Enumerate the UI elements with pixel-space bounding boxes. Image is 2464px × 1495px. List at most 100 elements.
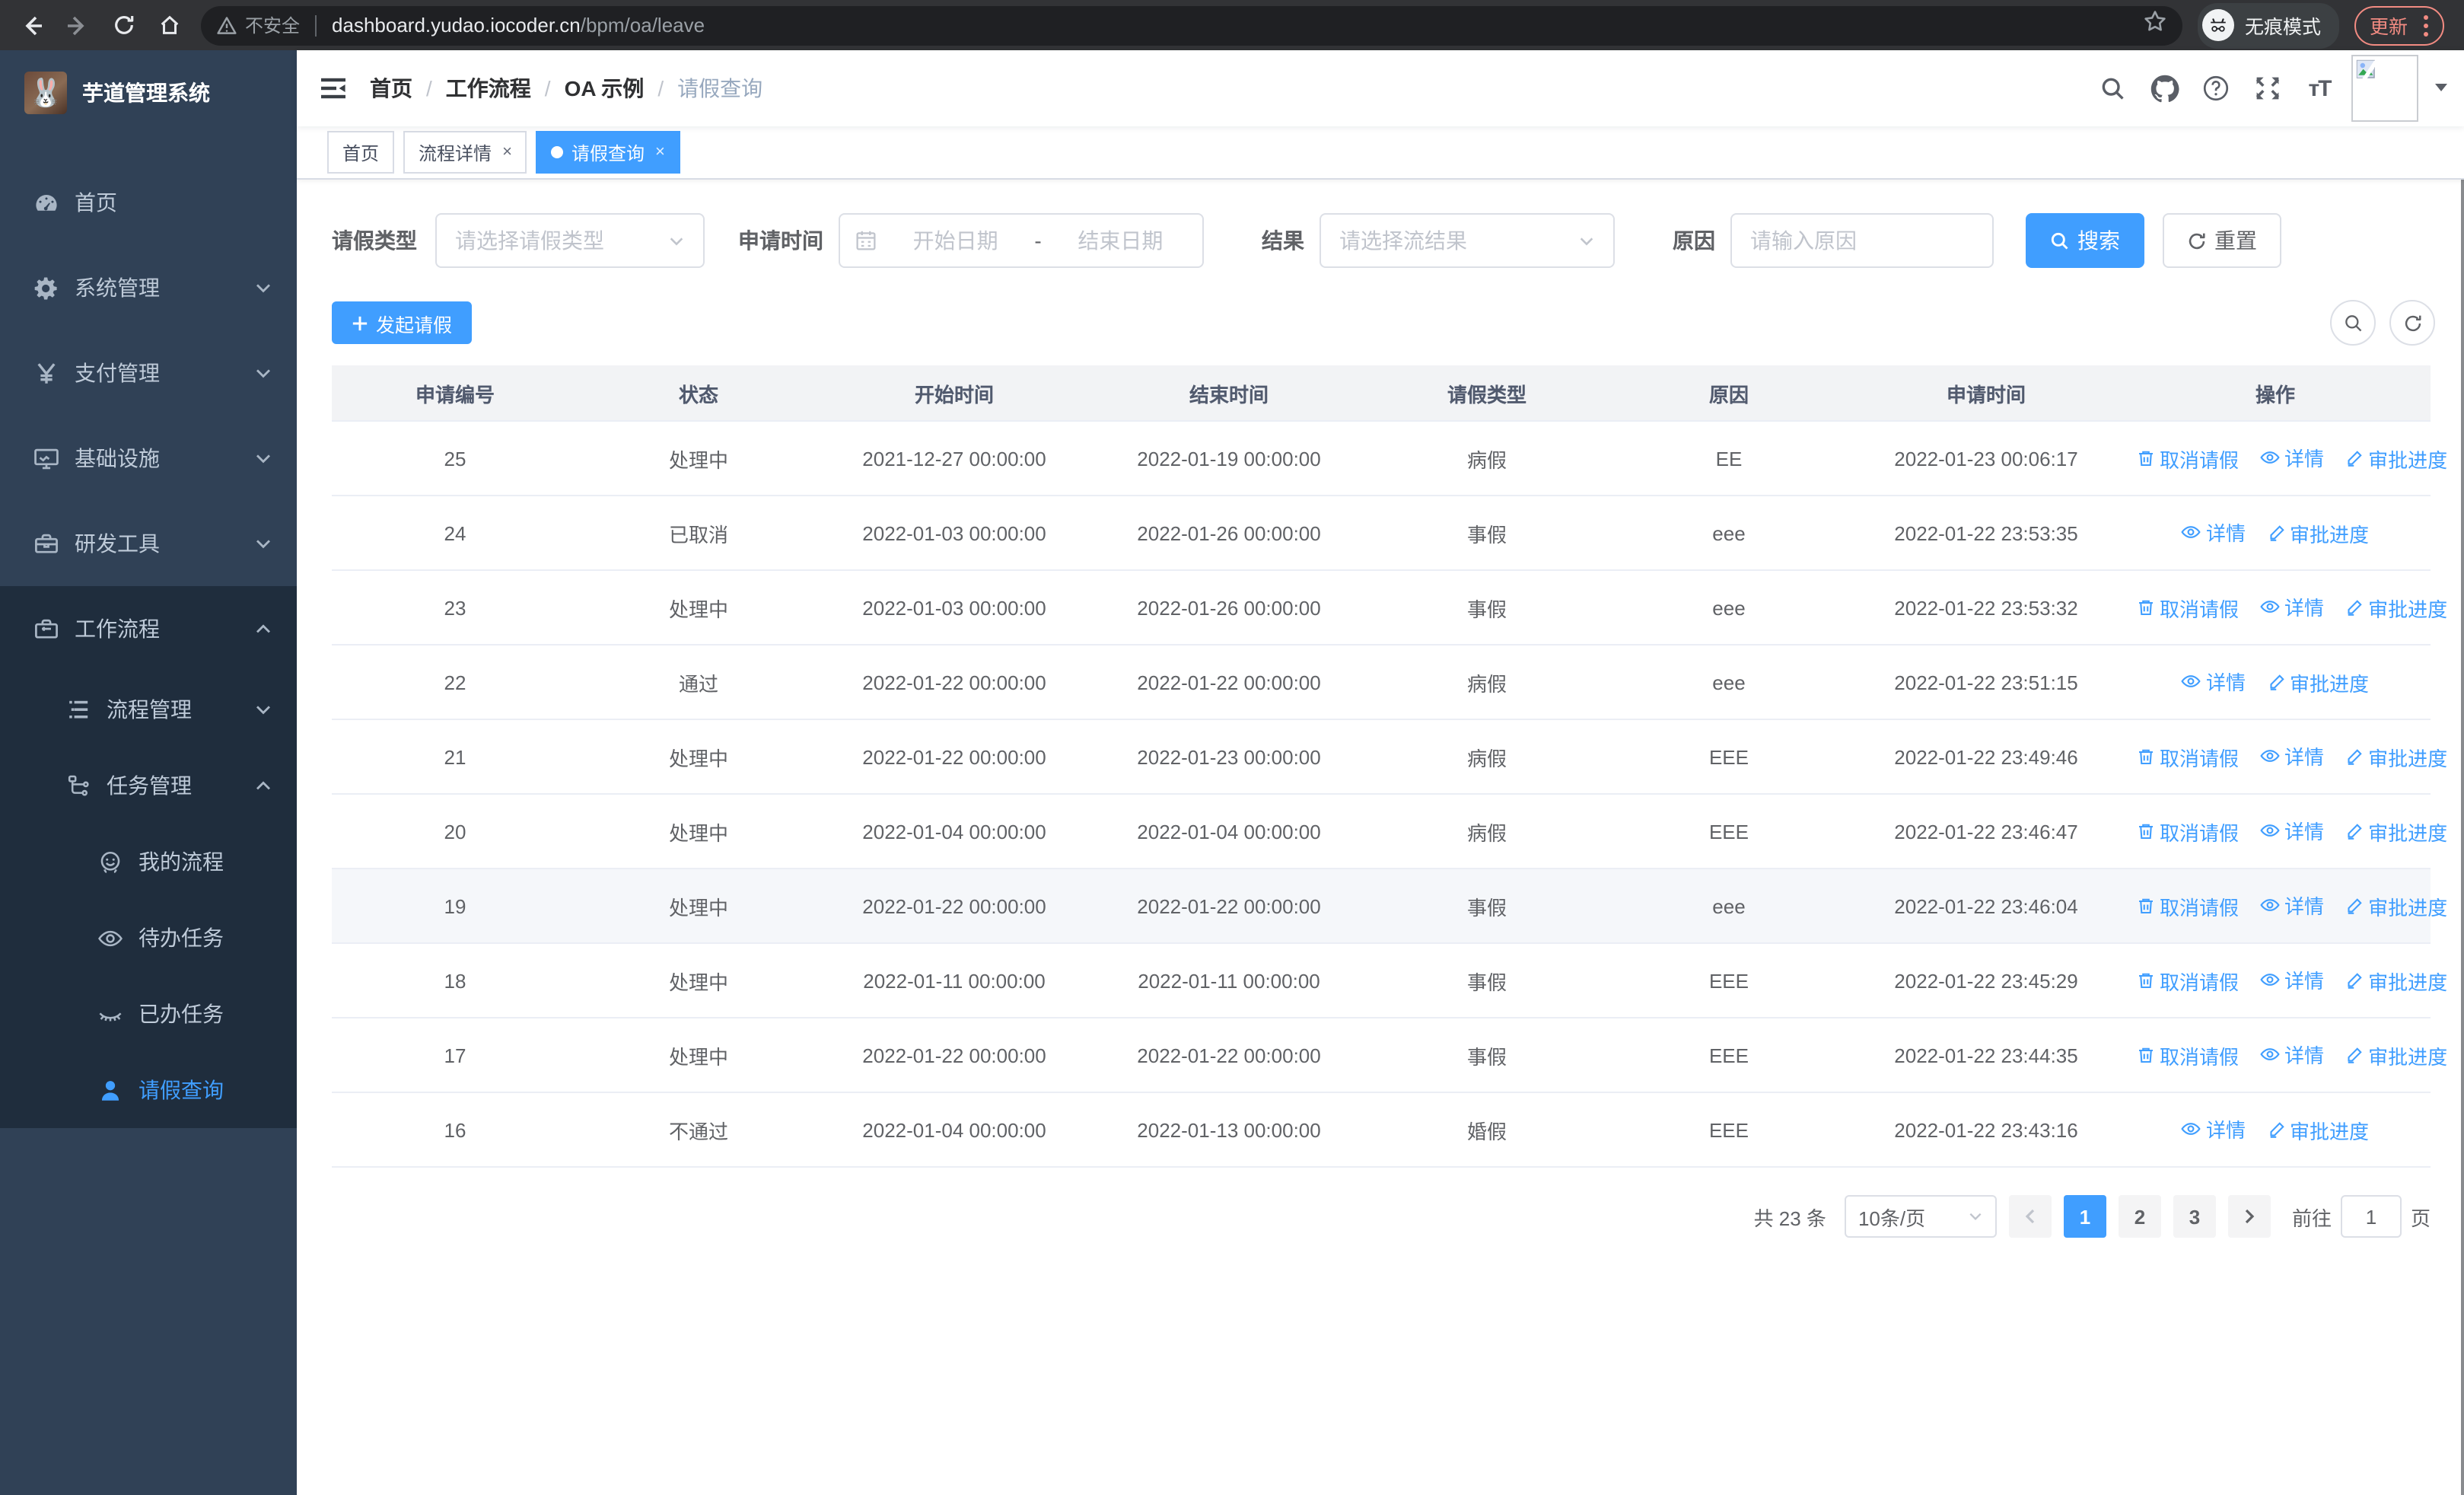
progress-action-link[interactable]: 审批进度 xyxy=(2345,445,2447,473)
cell-actions: 详情 审批进度 xyxy=(2120,1092,2431,1168)
column-header: 操作 xyxy=(2120,365,2431,422)
cell-type: 事假 xyxy=(1368,1018,1606,1093)
sidebar-item-基础设施[interactable]: 基础设施 xyxy=(0,416,297,501)
detail-action-link[interactable]: 详情 xyxy=(2182,518,2246,547)
cancel-action-link[interactable]: 取消请假 xyxy=(2137,892,2239,921)
security-status[interactable]: 不安全 xyxy=(216,12,300,38)
leave-type-select[interactable]: 请选择请假类型 xyxy=(435,213,705,268)
back-icon[interactable] xyxy=(9,5,55,45)
progress-action-link[interactable]: 审批进度 xyxy=(2345,818,2447,846)
detail-action-link[interactable]: 详情 xyxy=(2182,668,2246,696)
progress-action-link[interactable]: 审批进度 xyxy=(2345,892,2447,921)
refresh-table-button[interactable] xyxy=(2389,300,2435,346)
help-icon[interactable] xyxy=(2196,69,2236,108)
close-icon[interactable]: × xyxy=(502,143,512,161)
sidebar-item-已办任务[interactable]: 已办任务 xyxy=(0,976,297,1052)
search-button[interactable]: 搜索 xyxy=(2026,213,2144,268)
breadcrumb-home[interactable]: 首页 xyxy=(370,73,412,104)
sidebar-collapse-icon[interactable] xyxy=(297,73,370,104)
bookmark-star-icon[interactable] xyxy=(2143,9,2167,41)
sidebar-item-工作流程[interactable]: 工作流程 xyxy=(0,586,297,671)
reason-input[interactable] xyxy=(1732,215,1992,266)
detail-action-link[interactable]: 详情 xyxy=(2260,593,2324,622)
tab-label: 请假查询 xyxy=(571,142,645,164)
goto-page-input[interactable] xyxy=(2340,1195,2402,1238)
column-header: 结束时间 xyxy=(1090,365,1368,422)
progress-action-link[interactable]: 审批进度 xyxy=(2267,1116,2369,1145)
avatar-caret-icon[interactable] xyxy=(2434,75,2449,102)
cell-start: 2021-12-27 00:00:00 xyxy=(819,421,1090,496)
page-button-1[interactable]: 1 xyxy=(2063,1195,2106,1238)
fullscreen-icon[interactable] xyxy=(2248,69,2287,108)
browser-toolbar: 不安全 dashboard.yudao.iocoder.cn/bpm/oa/le… xyxy=(0,0,2464,50)
trash-icon xyxy=(2137,897,2155,916)
sidebar-item-系统管理[interactable]: 系统管理 xyxy=(0,245,297,330)
progress-action-link[interactable]: 审批进度 xyxy=(2267,519,2369,548)
apply-time-range-picker[interactable]: 开始日期 - 结束日期 xyxy=(839,213,1204,268)
sidebar-item-研发工具[interactable]: 研发工具 xyxy=(0,501,297,586)
breadcrumb-oa[interactable]: OA 示例 xyxy=(565,73,645,104)
page-button-2[interactable]: 2 xyxy=(2118,1195,2161,1238)
detail-action-link[interactable]: 详情 xyxy=(2260,742,2324,771)
progress-action-link[interactable]: 审批进度 xyxy=(2267,668,2369,697)
cancel-action-link[interactable]: 取消请假 xyxy=(2137,445,2239,473)
progress-action-link[interactable]: 审批进度 xyxy=(2345,967,2447,996)
tab-请假查询[interactable]: 请假查询 × xyxy=(536,131,680,174)
app-logo-row[interactable]: 🐰 芋道管理系统 xyxy=(0,50,297,135)
cell-actions: 取消请假 详情 审批进度 xyxy=(2120,943,2447,1018)
sidebar-item-任务管理[interactable]: 任务管理 xyxy=(0,748,297,824)
cancel-action-link[interactable]: 取消请假 xyxy=(2137,594,2239,623)
table-header-row: 申请编号 状态 开始时间 结束时间 请假类型 原因 申请时间 操作 xyxy=(332,365,2431,422)
cancel-action-link[interactable]: 取消请假 xyxy=(2137,743,2239,772)
start-date-placeholder[interactable]: 开始日期 xyxy=(889,225,1022,256)
page-size-select[interactable]: 10条/页 xyxy=(1844,1195,1997,1238)
detail-action-link[interactable]: 详情 xyxy=(2260,891,2324,920)
page-button-3[interactable]: 3 xyxy=(2173,1195,2216,1238)
browser-update-button[interactable]: 更新 xyxy=(2354,5,2445,45)
edit-icon xyxy=(2345,897,2364,916)
github-icon[interactable] xyxy=(2144,69,2184,108)
sidebar-item-label: 基础设施 xyxy=(75,446,160,470)
address-bar[interactable]: 不安全 dashboard.yudao.iocoder.cn/bpm/oa/le… xyxy=(201,5,2182,45)
cancel-action-link[interactable]: 取消请假 xyxy=(2137,1041,2239,1070)
progress-action-link[interactable]: 审批进度 xyxy=(2345,743,2447,772)
sidebar-item-我的流程[interactable]: 我的流程 xyxy=(0,824,297,900)
result-select[interactable]: 请选择流结果 xyxy=(1320,213,1615,268)
sidebar-item-流程管理[interactable]: 流程管理 xyxy=(0,671,297,748)
detail-action-link[interactable]: 详情 xyxy=(2182,1115,2246,1144)
avatar[interactable] xyxy=(2351,55,2418,122)
cell-status: 通过 xyxy=(578,645,819,720)
tab-首页[interactable]: 首页 xyxy=(327,131,395,174)
progress-action-link[interactable]: 审批进度 xyxy=(2345,1041,2447,1070)
reset-button[interactable]: 重置 xyxy=(2163,213,2281,268)
briefcase-icon xyxy=(33,616,59,642)
home-icon[interactable] xyxy=(146,5,192,45)
header-search-icon[interactable] xyxy=(2093,69,2132,108)
sidebar-item-支付管理[interactable]: 支付管理 xyxy=(0,330,297,416)
breadcrumb-workflow[interactable]: 工作流程 xyxy=(446,73,531,104)
sidebar-item-请假查询[interactable]: 请假查询 xyxy=(0,1052,297,1128)
reload-icon[interactable] xyxy=(100,5,146,45)
cancel-action-link[interactable]: 取消请假 xyxy=(2137,967,2239,996)
detail-action-link[interactable]: 详情 xyxy=(2260,966,2324,995)
detail-action-link[interactable]: 详情 xyxy=(2260,817,2324,846)
url-text[interactable]: dashboard.yudao.iocoder.cn/bpm/oa/leave xyxy=(332,14,2143,37)
pagination-total: 共 23 条 xyxy=(1753,1207,1826,1229)
sidebar-item-待办任务[interactable]: 待办任务 xyxy=(0,900,297,976)
tab-流程详情[interactable]: 流程详情 × xyxy=(403,131,527,174)
forward-icon[interactable] xyxy=(55,5,100,45)
create-leave-button[interactable]: 发起请假 xyxy=(332,301,473,344)
progress-action-link[interactable]: 审批进度 xyxy=(2345,594,2447,623)
next-page-button[interactable] xyxy=(2227,1195,2271,1238)
sidebar-item-首页[interactable]: 首页 xyxy=(0,160,297,245)
cell-type: 事假 xyxy=(1368,869,1606,944)
detail-action-link[interactable]: 详情 xyxy=(2260,1041,2324,1069)
detail-action-link[interactable]: 详情 xyxy=(2260,444,2324,473)
browser-menu-icon[interactable] xyxy=(2423,13,2429,37)
prev-page-button[interactable] xyxy=(2008,1195,2052,1238)
cancel-action-link[interactable]: 取消请假 xyxy=(2137,818,2239,846)
close-icon[interactable]: × xyxy=(655,143,665,161)
toggle-search-button[interactable] xyxy=(2330,300,2376,346)
font-size-icon[interactable]: ᴛT xyxy=(2300,69,2339,108)
end-date-placeholder[interactable]: 结束日期 xyxy=(1054,225,1187,256)
